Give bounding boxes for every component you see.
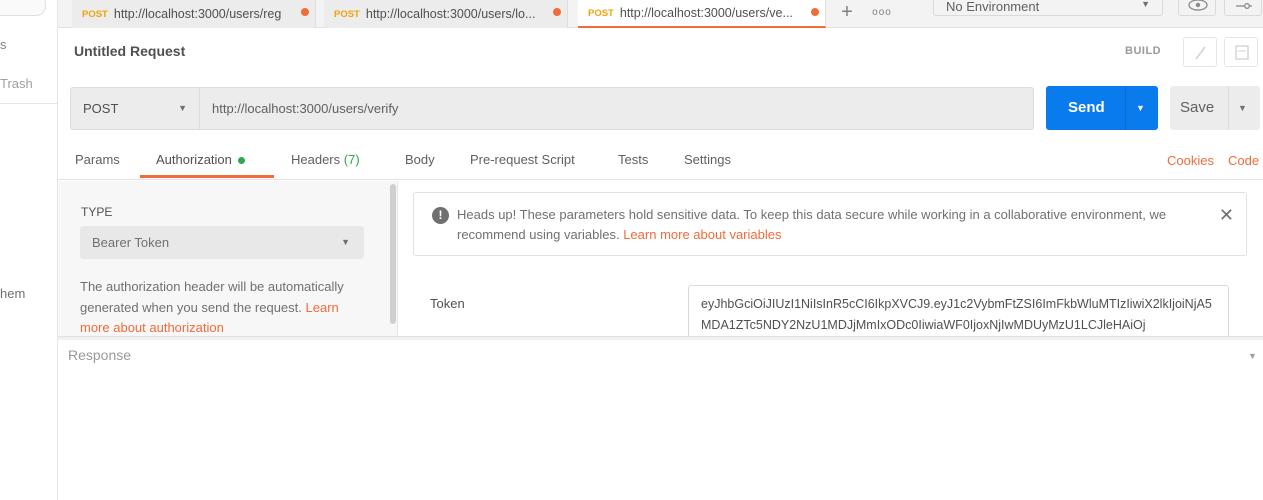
tab-pre-request-script[interactable]: Pre-request Script — [470, 152, 575, 167]
chevron-down-icon[interactable]: ▼ — [1136, 86, 1145, 130]
alert-message: Heads up! These parameters hold sensitiv… — [457, 205, 1177, 245]
sliders-icon — [1236, 3, 1252, 9]
tab-url: http://localhost:3000/users/reg — [113, 7, 282, 21]
auth-description-text: The authorization header will be automat… — [80, 279, 344, 315]
documentation-button[interactable] — [1224, 37, 1258, 67]
auth-type-select[interactable]: Bearer Token ▼ — [80, 226, 364, 259]
tab-method: POST — [588, 7, 614, 19]
sidebar-item-partial[interactable]: s — [0, 37, 7, 52]
request-tab-active[interactable]: POST http://localhost:3000/users/ve... — [578, 0, 826, 28]
tab-authorization-label: Authorization — [156, 152, 232, 167]
manage-environments-button[interactable] — [1224, 0, 1262, 16]
request-tab[interactable]: POST http://localhost:3000/users/reg — [72, 0, 316, 28]
new-tab-plus-icon[interactable]: + — [832, 0, 862, 26]
sidebar-item-partial-2[interactable]: hem — [0, 286, 25, 301]
request-tab[interactable]: POST http://localhost:3000/users/lo... — [324, 0, 568, 28]
close-icon[interactable]: ✕ — [1219, 205, 1234, 225]
tab-settings[interactable]: Settings — [684, 152, 731, 167]
environment-value: No Environment — [946, 0, 1040, 14]
tab-params[interactable]: Params — [75, 152, 120, 167]
chevron-down-icon: ▼ — [1141, 0, 1150, 9]
auth-type-value: Bearer Token — [92, 235, 170, 250]
tab-tests[interactable]: Tests — [618, 152, 648, 167]
tab-headers-label: Headers — [291, 152, 341, 167]
headers-count: (7) — [343, 152, 360, 167]
send-divider — [1125, 86, 1126, 130]
tab-method: POST — [82, 8, 108, 20]
save-divider — [1228, 86, 1229, 130]
url-input[interactable]: http://localhost:3000/users/verify — [200, 87, 1034, 130]
environment-select[interactable]: No Environment ▼ — [933, 0, 1163, 16]
auth-type-label: TYPE — [81, 205, 113, 219]
send-label: Send — [1068, 99, 1105, 116]
request-title[interactable]: Untitled Request — [74, 43, 185, 59]
unsaved-dot-icon — [301, 8, 309, 16]
build-mode-label: BUILD — [1125, 45, 1162, 57]
tab-url: http://localhost:3000/users/ve... — [619, 6, 793, 20]
active-dot-icon — [237, 157, 245, 165]
chevron-down-icon: ▼ — [341, 237, 350, 247]
code-link[interactable]: Code — [1228, 153, 1259, 168]
alert-text: Heads up! These parameters hold sensitiv… — [457, 207, 1167, 242]
sidebar-divider — [0, 103, 58, 104]
unsaved-dot-icon — [553, 8, 561, 16]
chevron-down-icon: ▼ — [178, 103, 187, 113]
sidebar-item-trash[interactable]: Trash — [0, 76, 33, 91]
auth-description: The authorization header will be automat… — [80, 277, 370, 339]
tab-authorization[interactable]: Authorization — [156, 152, 245, 167]
edit-button[interactable] — [1183, 37, 1217, 67]
method-value: POST — [83, 101, 119, 116]
chevron-down-icon[interactable]: ▼ — [1248, 351, 1257, 361]
send-button[interactable]: Send ▼ — [1046, 86, 1158, 130]
token-label: Token — [430, 296, 465, 311]
environment-quick-look-button[interactable] — [1178, 0, 1216, 16]
tab-body[interactable]: Body — [405, 152, 435, 167]
learn-more-variables-link[interactable]: Learn more about variables — [623, 227, 781, 242]
eye-icon — [1188, 0, 1208, 11]
chevron-down-icon[interactable]: ▼ — [1238, 86, 1247, 130]
sidebar-search-field[interactable] — [0, 0, 46, 16]
response-title: Response — [68, 347, 132, 363]
warning-icon: ! — [432, 207, 449, 224]
cookies-link[interactable]: Cookies — [1167, 153, 1214, 168]
sensitive-data-alert: ! Heads up! These parameters hold sensit… — [413, 192, 1247, 256]
sidebar: s Trash hem — [0, 0, 58, 500]
unsaved-dot-icon — [811, 8, 819, 16]
token-input[interactable]: eyJhbGciOiJIUzI1NiIsInR5cCI6IkpXVCJ9.eyJ… — [688, 285, 1229, 340]
document-icon — [1235, 45, 1249, 60]
save-label: Save — [1180, 99, 1215, 116]
save-button[interactable]: Save ▼ — [1170, 86, 1260, 130]
method-select[interactable]: POST ▼ — [70, 87, 200, 130]
tab-method: POST — [334, 8, 360, 20]
more-tabs-icon[interactable]: ooo — [866, 0, 898, 26]
tab-headers[interactable]: Headers (7) — [291, 152, 360, 167]
active-tab-indicator — [140, 175, 274, 178]
tab-url: http://localhost:3000/users/lo... — [365, 7, 536, 21]
pencil-icon — [1195, 46, 1206, 60]
request-tab-bar: POST http://localhost:3000/users/reg POS… — [58, 0, 1263, 28]
response-divider[interactable] — [58, 336, 1263, 340]
scrollbar[interactable] — [390, 184, 396, 324]
